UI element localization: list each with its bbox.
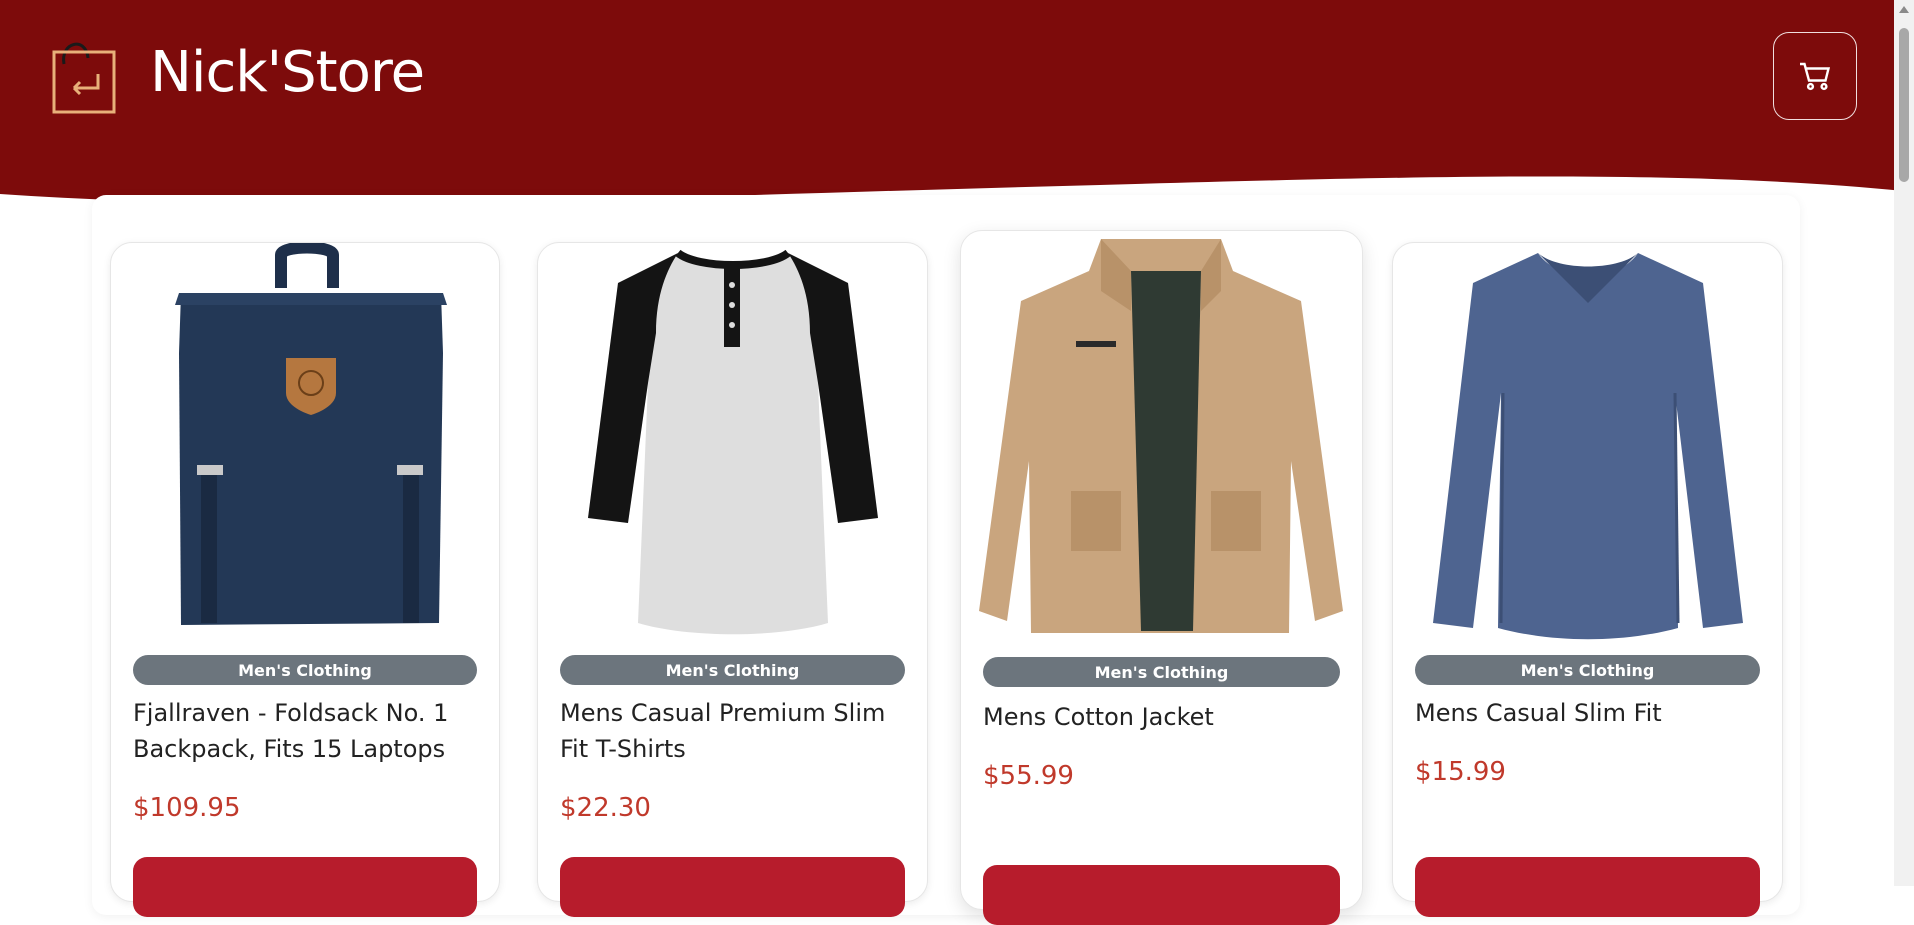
category-badge: Men's Clothing	[560, 655, 905, 685]
product-image[interactable]	[1403, 243, 1773, 643]
product-price: $109.95	[133, 793, 241, 823]
add-to-cart-button[interactable]	[133, 857, 477, 917]
store-logo-icon[interactable]	[50, 36, 122, 116]
product-title[interactable]: Mens Casual Slim Fit	[1415, 695, 1760, 731]
product-card[interactable]: Men's Clothing Mens Cotton Jacket $55.99	[960, 230, 1363, 925]
product-image[interactable]	[971, 231, 1354, 636]
product-title[interactable]: Fjallraven - Foldsack No. 1 Backpack, Fi…	[133, 695, 477, 767]
product-title[interactable]: Mens Cotton Jacket	[983, 699, 1340, 735]
product-price: $22.30	[560, 793, 651, 823]
vertical-scrollbar[interactable]	[1894, 0, 1914, 886]
category-badge: Men's Clothing	[133, 655, 477, 685]
product-price: $15.99	[1415, 757, 1506, 787]
cart-icon	[1800, 62, 1831, 91]
scrollbar-thumb[interactable]	[1899, 28, 1909, 182]
add-to-cart-button[interactable]	[560, 857, 905, 917]
store-brand-title[interactable]: Nick'Store	[150, 40, 425, 105]
product-image[interactable]	[121, 243, 491, 643]
add-to-cart-button[interactable]	[983, 865, 1340, 925]
scroll-up-arrow-icon[interactable]	[1899, 6, 1909, 13]
product-price: $55.99	[983, 761, 1074, 791]
product-card[interactable]: Men's Clothing Mens Casual Premium Slim …	[537, 242, 928, 917]
product-card[interactable]: Men's Clothing Fjallraven - Foldsack No.…	[110, 242, 500, 917]
product-title[interactable]: Mens Casual Premium Slim Fit T-Shirts	[560, 695, 905, 767]
cart-button[interactable]	[1773, 32, 1857, 120]
category-badge: Men's Clothing	[1415, 655, 1760, 685]
category-badge: Men's Clothing	[983, 657, 1340, 687]
add-to-cart-button[interactable]	[1415, 857, 1760, 917]
product-image[interactable]	[548, 243, 918, 643]
product-card[interactable]: Men's Clothing Mens Casual Slim Fit $15.…	[1392, 242, 1783, 917]
